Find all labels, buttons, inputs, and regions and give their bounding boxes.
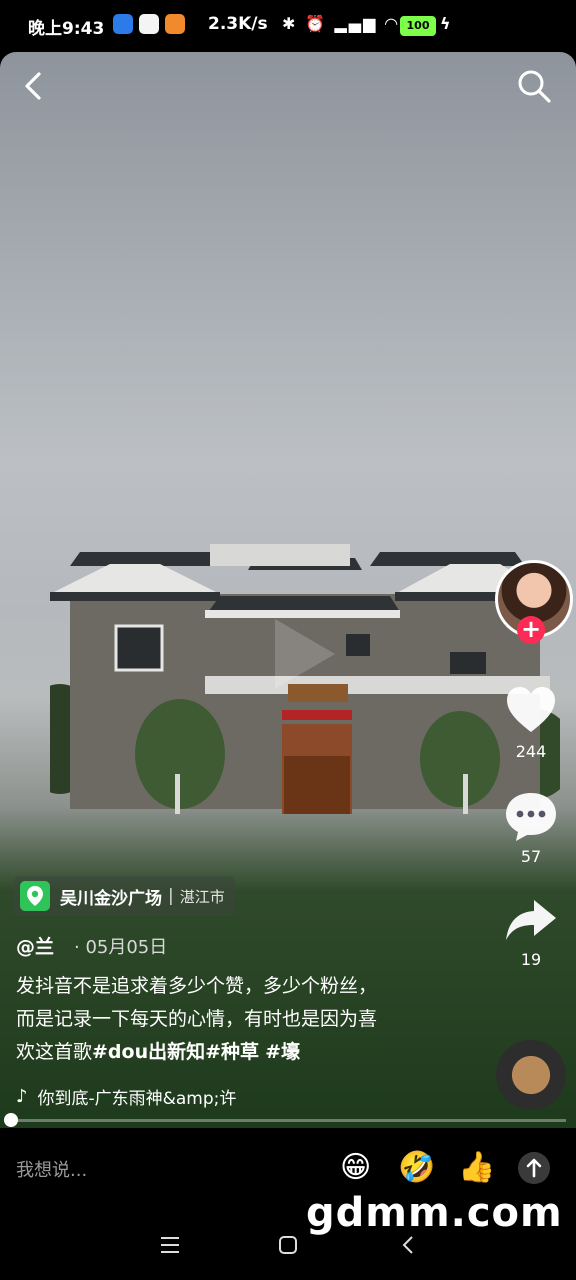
heart-icon[interactable]	[504, 684, 558, 738]
back-icon[interactable]	[14, 66, 54, 106]
alarm-icon: ⏰	[304, 14, 327, 33]
share-count: 19	[520, 950, 542, 969]
nav-home-icon[interactable]	[275, 1232, 301, 1258]
send-icon[interactable]	[518, 1152, 550, 1184]
comment-count: 57	[520, 847, 542, 866]
battery-icon: 100	[400, 16, 436, 36]
location-city: 湛江市	[179, 887, 225, 906]
music-note-icon: ♪	[16, 1086, 28, 1107]
comment-icon[interactable]	[504, 790, 558, 844]
like-count: 244	[515, 742, 547, 761]
hashtag[interactable]: #壕	[265, 1041, 300, 1063]
search-icon[interactable]	[514, 66, 554, 106]
app-notification-icon	[139, 14, 159, 34]
house-image	[50, 544, 560, 814]
bluetooth-icon: ✱	[282, 14, 298, 33]
app-notification-icon	[165, 14, 185, 34]
hashtag[interactable]: #dou出新知	[92, 1041, 205, 1063]
signal-icon: ▂▄▆	[334, 14, 378, 33]
nav-menu-icon[interactable]	[157, 1232, 183, 1258]
charging-icon: ϟ	[440, 14, 451, 33]
watermark: gdmm.com	[306, 1190, 563, 1236]
follow-button[interactable]: +	[517, 616, 545, 644]
status-time: 晚上9:43	[28, 19, 105, 39]
caption-line: 而是记录一下每天的心情，有时也是因为喜	[16, 1008, 378, 1030]
network-speed: 2.3K/s	[208, 14, 268, 34]
music-title: 你到底-广东雨神&amp;许	[37, 1089, 237, 1109]
location-divider: |	[168, 886, 174, 906]
app-notification-icon	[113, 14, 133, 34]
laugh-emoji-button[interactable]: 🤣	[398, 1150, 435, 1185]
status-bar: 晚上9:43 2.3K/s ✱ ⏰ ▂▄▆ ◠ 100 ϟ	[0, 0, 576, 52]
progress-bar[interactable]	[10, 1119, 566, 1122]
location-icon	[20, 881, 50, 911]
status-icons: ✱ ⏰ ▂▄▆ ◠	[282, 14, 399, 33]
hashtag[interactable]: #种草	[205, 1041, 259, 1063]
post-date: · 05月05日	[74, 937, 168, 958]
location-chip[interactable]: 吴川金沙广场 | 湛江市	[14, 876, 235, 916]
comment-input[interactable]: 我想说...	[16, 1156, 87, 1182]
caption: 发抖音不是追求着多少个赞，多少个粉丝， 而是记录一下每天的心情，有时也是因为喜 …	[16, 970, 456, 1069]
caption-line: 发抖音不是追求着多少个赞，多少个粉丝，	[16, 975, 378, 997]
grin-emoji-button[interactable]: 😁	[340, 1150, 371, 1185]
author-name[interactable]: @兰	[16, 932, 54, 959]
music-row[interactable]: ♪ 你到底-广东雨神&amp;许	[16, 1084, 236, 1109]
location-name: 吴川金沙广场	[60, 888, 162, 909]
wifi-icon: ◠	[384, 14, 400, 33]
share-icon[interactable]	[504, 894, 558, 948]
thumbs-up-emoji-button[interactable]: 👍	[458, 1150, 495, 1185]
video-player[interactable]: + 244 57 19 吴川金沙广场 | 湛江市 @兰 · 05月05日 发抖音…	[0, 52, 576, 1128]
music-disc[interactable]	[496, 1040, 566, 1110]
caption-line: 欢这首歌#dou出新知#种草 #壕	[16, 1041, 301, 1063]
progress-handle[interactable]	[4, 1113, 18, 1127]
